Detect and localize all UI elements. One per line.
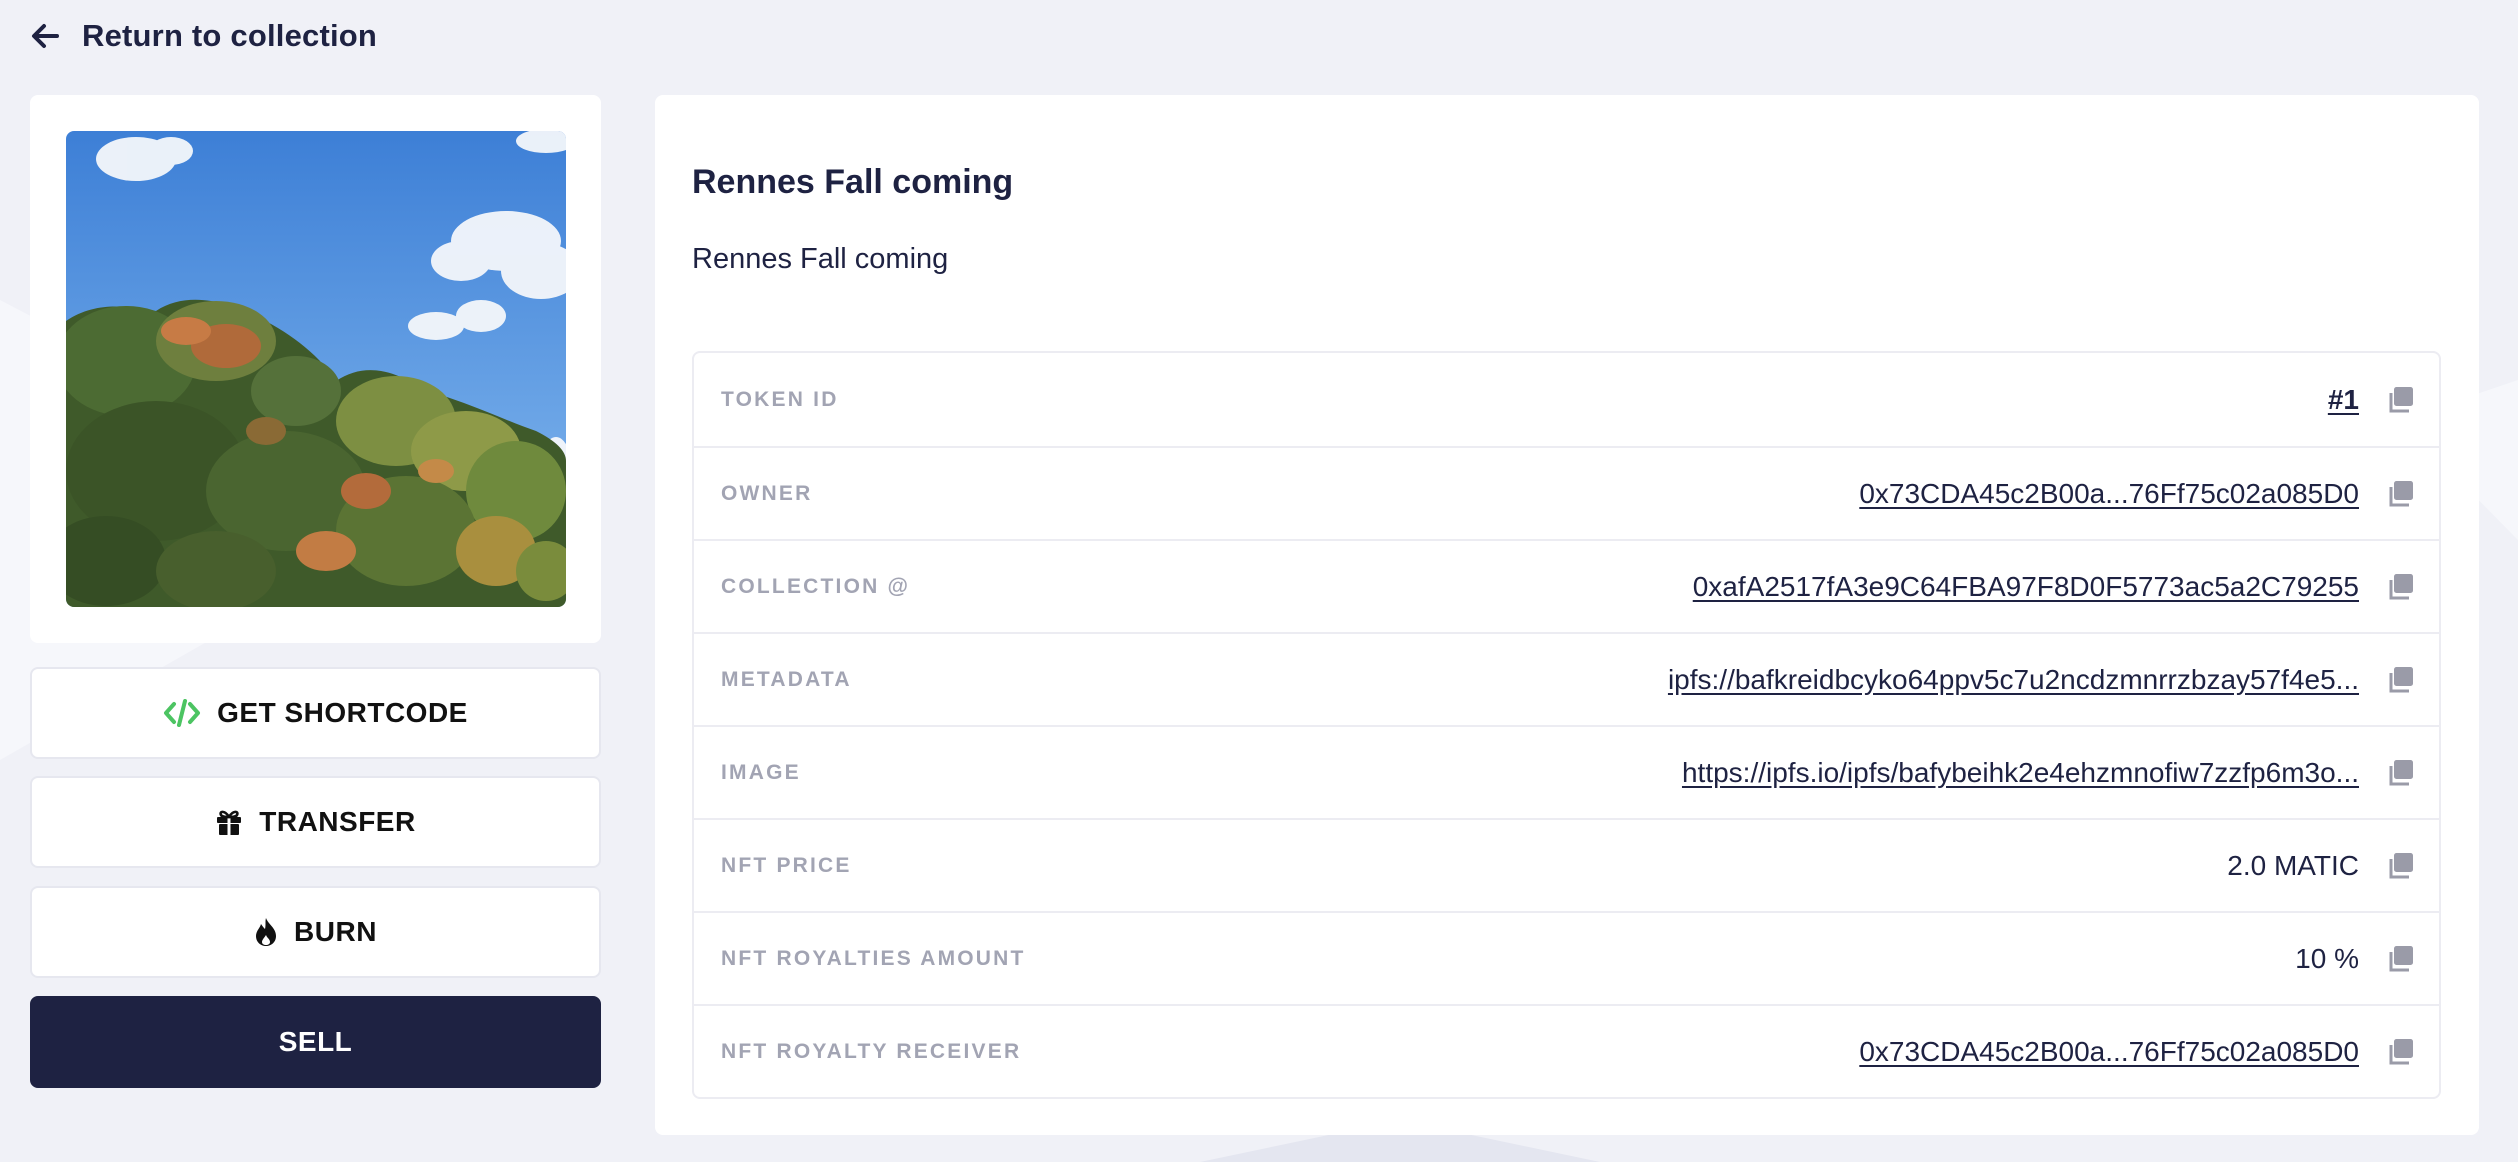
property-row-owner: OWNER 0x73CDA45c2B00a...76Ff75c02a085D0 (694, 446, 2439, 539)
return-to-collection-link[interactable]: Return to collection (30, 16, 377, 56)
property-label: NFT ROYALTIES AMOUNT (721, 946, 1026, 970)
copy-icon[interactable] (2385, 758, 2415, 788)
get-shortcode-label: GET SHORTCODE (217, 697, 468, 728)
burn-label: BURN (294, 916, 377, 947)
transfer-button[interactable]: TRANSFER (30, 776, 601, 868)
property-row-collection: COLLECTION @ 0xafA2517fA3e9C64FBA97F8D0F… (694, 539, 2439, 632)
nft-properties-table: TOKEN ID #1 OWNER 0x73CDA45c2B00a...76Ff… (692, 351, 2441, 1099)
royalty-receiver-link[interactable]: 0x73CDA45c2B00a...76Ff75c02a085D0 (1859, 1036, 2359, 1068)
nft-description: Rennes Fall coming (692, 243, 949, 275)
nft-image-card (30, 95, 601, 643)
owner-address-link[interactable]: 0x73CDA45c2B00a...76Ff75c02a085D0 (1859, 478, 2359, 510)
sell-button[interactable]: SELL (30, 996, 601, 1088)
property-row-token-id: TOKEN ID #1 (694, 353, 2439, 446)
property-row-metadata: METADATA ipfs://bafkreidbcyko64ppv5c7u2n… (694, 632, 2439, 725)
nft-price-value: 2.0 MATIC (2227, 849, 2359, 881)
return-to-collection-label: Return to collection (82, 18, 378, 53)
nft-title: Rennes Fall coming (692, 163, 1014, 201)
property-label: NFT ROYALTY RECEIVER (721, 1039, 1022, 1063)
property-label: IMAGE (721, 760, 801, 784)
property-label: COLLECTION @ (721, 574, 911, 598)
copy-icon[interactable] (2385, 665, 2415, 695)
token-id-link[interactable]: #1 (2328, 384, 2359, 416)
royalties-amount-value: 10 % (2295, 942, 2359, 974)
property-label: OWNER (721, 481, 813, 505)
property-label: NFT PRICE (721, 853, 852, 877)
property-row-royalties-amount: NFT ROYALTIES AMOUNT 10 % (694, 911, 2439, 1004)
copy-icon[interactable] (2385, 572, 2415, 602)
arrow-left-icon (32, 24, 59, 48)
burn-button[interactable]: BURN (30, 886, 601, 978)
copy-icon[interactable] (2385, 851, 2415, 881)
transfer-label: TRANSFER (259, 806, 416, 837)
sell-label: SELL (278, 1026, 353, 1057)
property-label: TOKEN ID (721, 387, 839, 411)
collection-address-link[interactable]: 0xafA2517fA3e9C64FBA97F8D0F5773ac5a2C792… (1693, 571, 2359, 603)
gift-icon (217, 810, 242, 835)
nft-details-panel: Rennes Fall coming Rennes Fall coming TO… (655, 95, 2479, 1135)
code-icon (164, 699, 201, 727)
property-row-royalty-receiver: NFT ROYALTY RECEIVER 0x73CDA45c2B00a...7… (694, 1004, 2439, 1097)
copy-icon[interactable] (2385, 944, 2415, 974)
copy-icon[interactable] (2385, 1037, 2415, 1067)
property-row-image: IMAGE https://ipfs.io/ipfs/bafybeihk2e4e… (694, 725, 2439, 818)
copy-icon[interactable] (2385, 479, 2415, 509)
metadata-uri-link[interactable]: ipfs://bafkreidbcyko64ppv5c7u2ncdzmnrrzb… (1668, 664, 2359, 696)
nft-image (66, 131, 566, 607)
image-url-link[interactable]: https://ipfs.io/ipfs/bafybeihk2e4ehzmnof… (1682, 757, 2359, 789)
property-label: METADATA (721, 667, 852, 691)
flame-icon (256, 918, 277, 946)
get-shortcode-button[interactable]: GET SHORTCODE (30, 667, 601, 759)
copy-icon[interactable] (2385, 385, 2415, 415)
property-row-nft-price: NFT PRICE 2.0 MATIC (694, 818, 2439, 911)
